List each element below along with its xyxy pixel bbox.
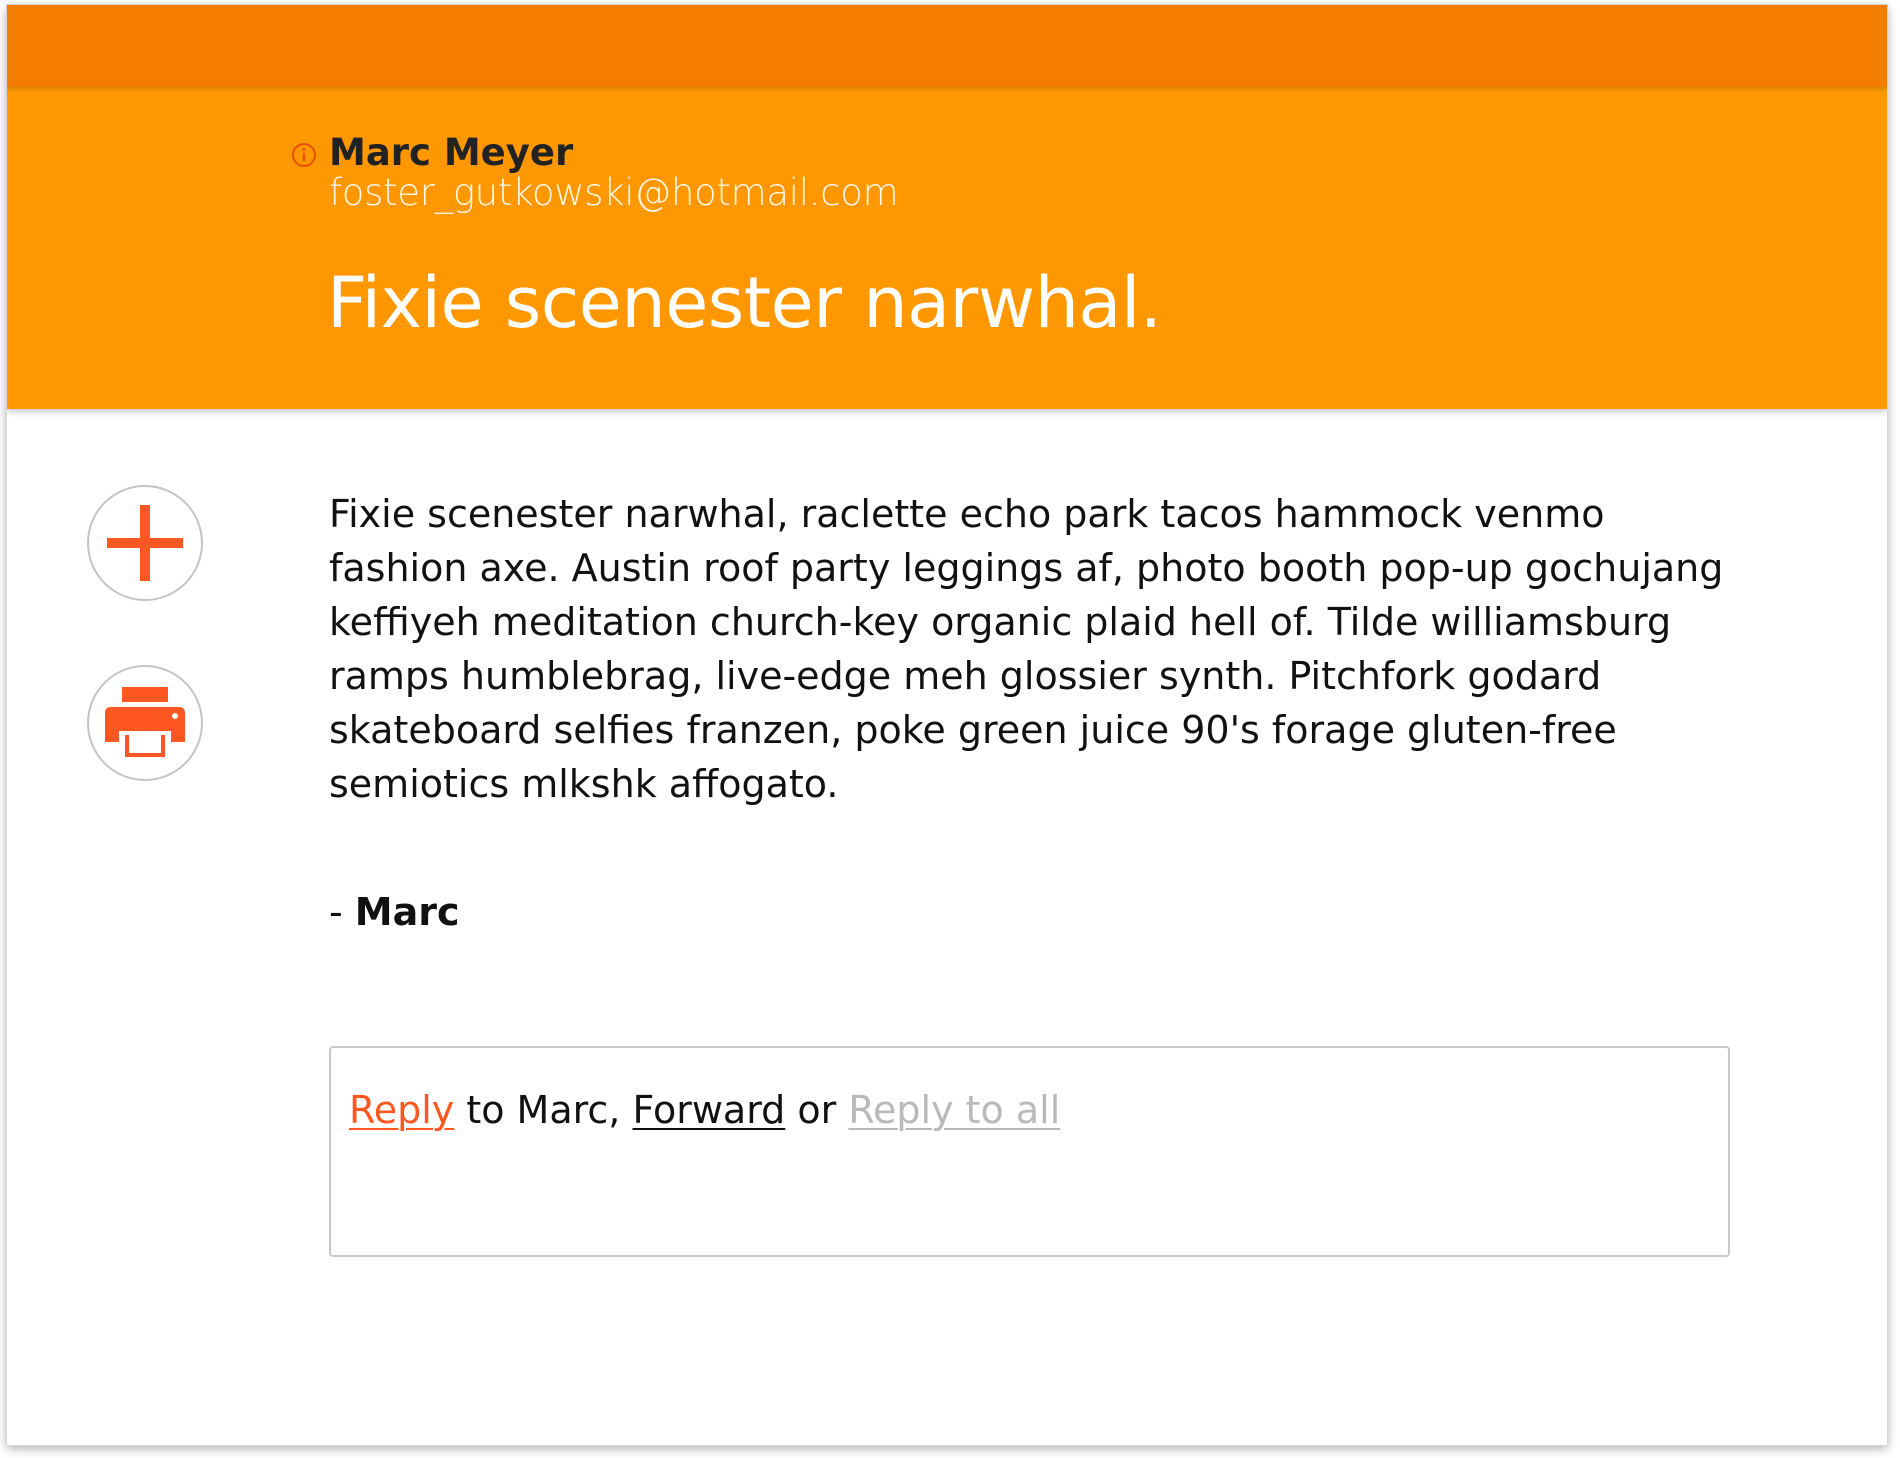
reply-link[interactable]: Reply	[349, 1088, 454, 1132]
reply-or-text: or	[785, 1088, 849, 1132]
signature-name: Marc	[354, 890, 460, 934]
reply-line: Reply to Marc, Forward or Reply to all	[349, 1088, 1060, 1132]
email-subject: Fixie scenester narwhal.	[327, 262, 1162, 344]
signature-prefix: -	[329, 890, 355, 934]
email-header: Marc Meyer foster_gutkowski@hotmail.com …	[7, 87, 1887, 409]
sender-email: foster_gutkowski@hotmail.com	[329, 171, 899, 214]
email-window: Marc Meyer foster_gutkowski@hotmail.com …	[7, 5, 1887, 1445]
print-button[interactable]	[87, 665, 203, 781]
top-bar	[7, 5, 1887, 87]
signature: - Marc	[329, 890, 460, 934]
forward-link[interactable]: Forward	[632, 1088, 785, 1132]
printer-icon	[105, 687, 185, 757]
reply-box[interactable]: Reply to Marc, Forward or Reply to all	[329, 1046, 1730, 1257]
sender-name: Marc Meyer	[329, 131, 574, 174]
info-icon[interactable]	[291, 142, 317, 168]
add-button[interactable]	[87, 485, 203, 601]
message-body: Fixie scenester narwhal, raclette echo p…	[329, 492, 1724, 806]
reply-to-text: to Marc,	[454, 1088, 633, 1132]
plus-icon	[107, 505, 183, 581]
reply-all-link[interactable]: Reply to all	[848, 1088, 1060, 1132]
